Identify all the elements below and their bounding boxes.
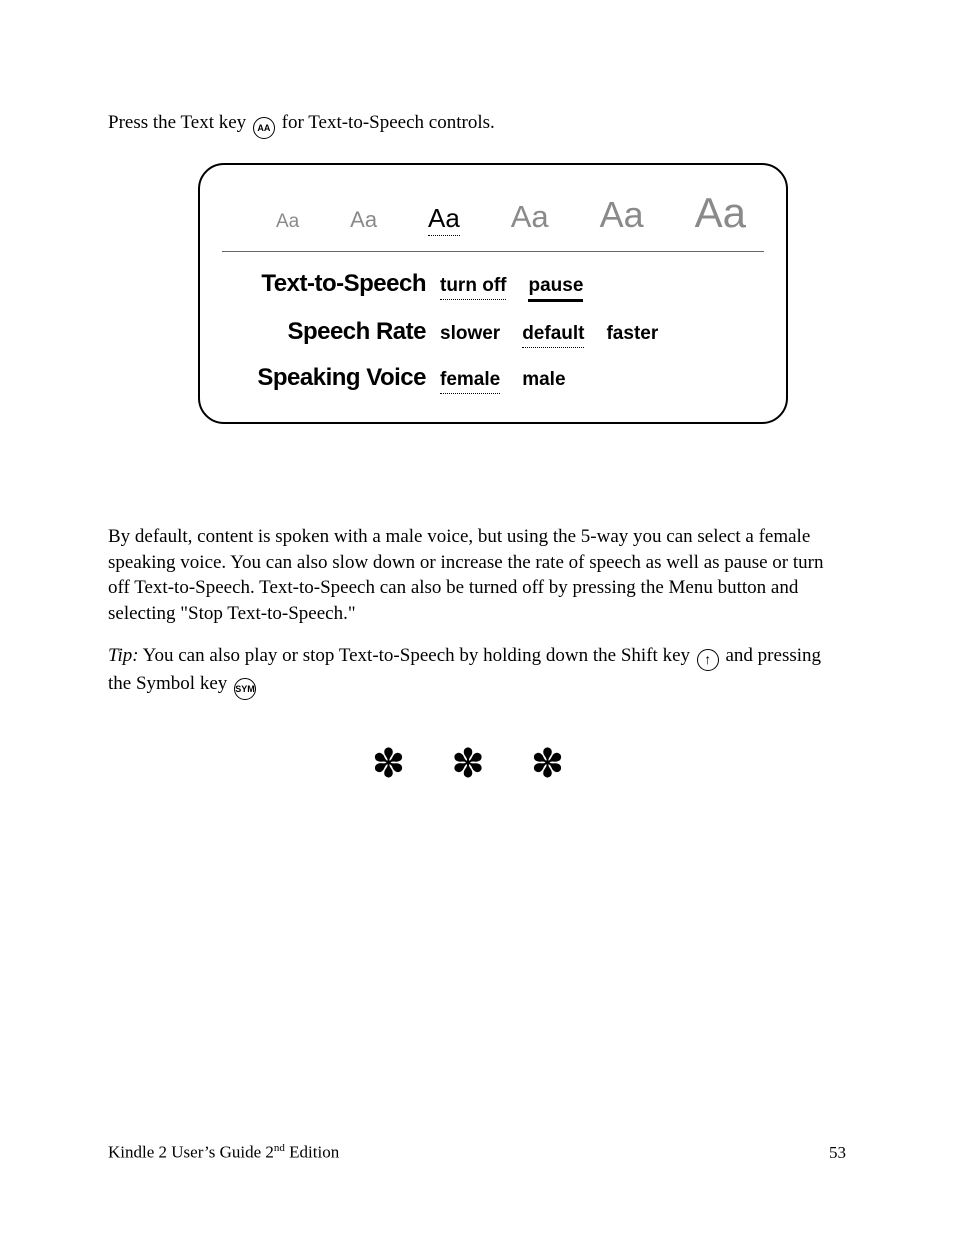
page-footer: Kindle 2 User’s Guide 2nd Edition 53 — [108, 1142, 846, 1163]
intro-text: Press the Text key AA for Text-to-Speech… — [108, 110, 846, 139]
option-turn-off[interactable]: turn off — [440, 275, 506, 300]
tip-paragraph: Tip: You can also play or stop Text-to-S… — [108, 643, 846, 700]
intro-pre: Press the Text key — [108, 112, 251, 133]
font-size-option-6[interactable]: Aa — [695, 189, 746, 237]
section-divider: ✽ ✽ ✽ — [108, 740, 846, 787]
intro-post: for Text-to-Speech controls. — [282, 112, 495, 133]
setting-options: female male — [440, 369, 764, 394]
setting-label: Text-to-Speech — [222, 270, 432, 298]
option-default[interactable]: default — [522, 323, 584, 348]
setting-label: Speaking Voice — [222, 364, 432, 392]
setting-row: Speaking Voice female male — [222, 364, 764, 394]
setting-label: Speech Rate — [222, 318, 432, 346]
setting-row: Text-to-Speech turn off pause — [222, 270, 764, 302]
font-size-row: Aa Aa Aa Aa Aa Aa — [222, 189, 764, 251]
font-size-option-4[interactable]: Aa — [511, 199, 549, 235]
tip-label: Tip: — [108, 645, 139, 666]
option-pause[interactable]: pause — [528, 275, 583, 302]
option-male[interactable]: male — [522, 369, 565, 393]
option-female[interactable]: female — [440, 369, 500, 394]
footer-title: Kindle 2 User’s Guide 2nd Edition — [108, 1142, 339, 1163]
setting-row: Speech Rate slower default faster — [222, 318, 764, 348]
symbol-key-icon: SYM — [234, 678, 256, 700]
option-slower[interactable]: slower — [440, 323, 500, 347]
shift-key-icon: ↑ — [697, 649, 719, 671]
panel-divider — [222, 251, 764, 252]
body-paragraph: By default, content is spoken with a mal… — [108, 524, 846, 627]
option-faster[interactable]: faster — [606, 323, 658, 347]
text-key-icon: AA — [253, 117, 275, 139]
tts-settings-panel: Aa Aa Aa Aa Aa Aa Text-to-Speech turn off pause… — [198, 163, 788, 424]
setting-options: slower default faster — [440, 323, 764, 348]
font-size-option-5[interactable]: Aa — [600, 194, 644, 236]
tip-text-1: You can also play or stop Text-to-Speech… — [143, 645, 695, 666]
setting-options: turn off pause — [440, 275, 764, 302]
font-size-option-1[interactable]: Aa — [276, 211, 299, 233]
font-size-option-2[interactable]: Aa — [350, 207, 377, 233]
page-number: 53 — [829, 1143, 846, 1163]
font-size-option-3[interactable]: Aa — [428, 203, 460, 236]
